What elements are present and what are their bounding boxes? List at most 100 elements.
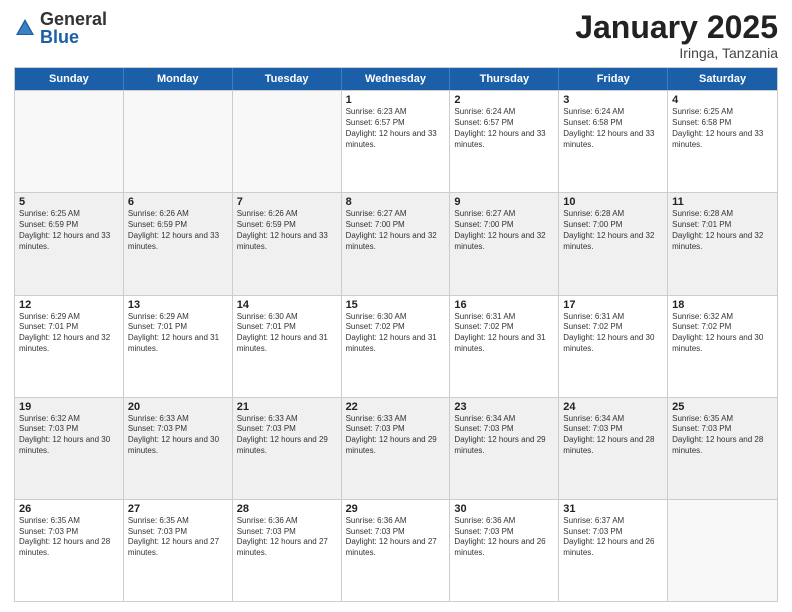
day-number: 6 xyxy=(128,196,228,208)
calendar-cell: 17Sunrise: 6:31 AM Sunset: 7:02 PM Dayli… xyxy=(559,296,668,397)
day-number: 1 xyxy=(346,94,446,106)
cell-info: Sunrise: 6:32 AM Sunset: 7:02 PM Dayligh… xyxy=(672,312,773,355)
calendar-cell: 8Sunrise: 6:27 AM Sunset: 7:00 PM Daylig… xyxy=(342,193,451,294)
cell-info: Sunrise: 6:29 AM Sunset: 7:01 PM Dayligh… xyxy=(19,312,119,355)
cell-info: Sunrise: 6:23 AM Sunset: 6:57 PM Dayligh… xyxy=(346,107,446,150)
calendar-cell: 31Sunrise: 6:37 AM Sunset: 7:03 PM Dayli… xyxy=(559,500,668,601)
day-number: 16 xyxy=(454,299,554,311)
cell-info: Sunrise: 6:28 AM Sunset: 7:00 PM Dayligh… xyxy=(563,209,663,252)
day-number: 30 xyxy=(454,503,554,515)
day-number: 17 xyxy=(563,299,663,311)
calendar-cell: 1Sunrise: 6:23 AM Sunset: 6:57 PM Daylig… xyxy=(342,91,451,192)
calendar-week-1: 1Sunrise: 6:23 AM Sunset: 6:57 PM Daylig… xyxy=(15,90,777,192)
calendar-cell: 7Sunrise: 6:26 AM Sunset: 6:59 PM Daylig… xyxy=(233,193,342,294)
cell-info: Sunrise: 6:30 AM Sunset: 7:02 PM Dayligh… xyxy=(346,312,446,355)
calendar-cell xyxy=(124,91,233,192)
calendar-cell xyxy=(668,500,777,601)
page: General Blue January 2025 Iringa, Tanzan… xyxy=(0,0,792,612)
calendar-cell: 25Sunrise: 6:35 AM Sunset: 7:03 PM Dayli… xyxy=(668,398,777,499)
cell-info: Sunrise: 6:34 AM Sunset: 7:03 PM Dayligh… xyxy=(563,414,663,457)
calendar-week-4: 19Sunrise: 6:32 AM Sunset: 7:03 PM Dayli… xyxy=(15,397,777,499)
calendar-cell: 21Sunrise: 6:33 AM Sunset: 7:03 PM Dayli… xyxy=(233,398,342,499)
cell-info: Sunrise: 6:32 AM Sunset: 7:03 PM Dayligh… xyxy=(19,414,119,457)
day-number: 29 xyxy=(346,503,446,515)
cell-info: Sunrise: 6:25 AM Sunset: 6:58 PM Dayligh… xyxy=(672,107,773,150)
day-number: 27 xyxy=(128,503,228,515)
cell-info: Sunrise: 6:33 AM Sunset: 7:03 PM Dayligh… xyxy=(237,414,337,457)
cell-info: Sunrise: 6:35 AM Sunset: 7:03 PM Dayligh… xyxy=(19,516,119,559)
calendar-cell: 27Sunrise: 6:35 AM Sunset: 7:03 PM Dayli… xyxy=(124,500,233,601)
day-number: 8 xyxy=(346,196,446,208)
day-number: 22 xyxy=(346,401,446,413)
calendar-cell: 19Sunrise: 6:32 AM Sunset: 7:03 PM Dayli… xyxy=(15,398,124,499)
calendar-week-2: 5Sunrise: 6:25 AM Sunset: 6:59 PM Daylig… xyxy=(15,192,777,294)
day-number: 25 xyxy=(672,401,773,413)
day-number: 24 xyxy=(563,401,663,413)
day-number: 18 xyxy=(672,299,773,311)
cell-info: Sunrise: 6:36 AM Sunset: 7:03 PM Dayligh… xyxy=(454,516,554,559)
header: General Blue January 2025 Iringa, Tanzan… xyxy=(14,10,778,61)
cell-info: Sunrise: 6:27 AM Sunset: 7:00 PM Dayligh… xyxy=(346,209,446,252)
calendar-cell: 12Sunrise: 6:29 AM Sunset: 7:01 PM Dayli… xyxy=(15,296,124,397)
calendar-cell: 2Sunrise: 6:24 AM Sunset: 6:57 PM Daylig… xyxy=(450,91,559,192)
day-number: 4 xyxy=(672,94,773,106)
calendar-cell: 22Sunrise: 6:33 AM Sunset: 7:03 PM Dayli… xyxy=(342,398,451,499)
cell-info: Sunrise: 6:35 AM Sunset: 7:03 PM Dayligh… xyxy=(128,516,228,559)
cell-info: Sunrise: 6:24 AM Sunset: 6:58 PM Dayligh… xyxy=(563,107,663,150)
cell-info: Sunrise: 6:28 AM Sunset: 7:01 PM Dayligh… xyxy=(672,209,773,252)
day-number: 13 xyxy=(128,299,228,311)
logo: General Blue xyxy=(14,10,107,46)
logo-general-text: General xyxy=(40,9,107,29)
day-number: 14 xyxy=(237,299,337,311)
calendar-cell xyxy=(15,91,124,192)
calendar-cell: 10Sunrise: 6:28 AM Sunset: 7:00 PM Dayli… xyxy=(559,193,668,294)
cell-info: Sunrise: 6:26 AM Sunset: 6:59 PM Dayligh… xyxy=(237,209,337,252)
cell-info: Sunrise: 6:24 AM Sunset: 6:57 PM Dayligh… xyxy=(454,107,554,150)
cell-info: Sunrise: 6:36 AM Sunset: 7:03 PM Dayligh… xyxy=(237,516,337,559)
header-day-tuesday: Tuesday xyxy=(233,68,342,90)
calendar-cell: 14Sunrise: 6:30 AM Sunset: 7:01 PM Dayli… xyxy=(233,296,342,397)
cell-info: Sunrise: 6:30 AM Sunset: 7:01 PM Dayligh… xyxy=(237,312,337,355)
calendar-cell xyxy=(233,91,342,192)
cell-info: Sunrise: 6:33 AM Sunset: 7:03 PM Dayligh… xyxy=(346,414,446,457)
cell-info: Sunrise: 6:34 AM Sunset: 7:03 PM Dayligh… xyxy=(454,414,554,457)
day-number: 3 xyxy=(563,94,663,106)
calendar-cell: 5Sunrise: 6:25 AM Sunset: 6:59 PM Daylig… xyxy=(15,193,124,294)
calendar-cell: 30Sunrise: 6:36 AM Sunset: 7:03 PM Dayli… xyxy=(450,500,559,601)
day-number: 20 xyxy=(128,401,228,413)
day-number: 31 xyxy=(563,503,663,515)
day-number: 7 xyxy=(237,196,337,208)
day-number: 9 xyxy=(454,196,554,208)
calendar: SundayMondayTuesdayWednesdayThursdayFrid… xyxy=(14,67,778,602)
calendar-week-3: 12Sunrise: 6:29 AM Sunset: 7:01 PM Dayli… xyxy=(15,295,777,397)
calendar-cell: 6Sunrise: 6:26 AM Sunset: 6:59 PM Daylig… xyxy=(124,193,233,294)
calendar-cell: 23Sunrise: 6:34 AM Sunset: 7:03 PM Dayli… xyxy=(450,398,559,499)
header-day-thursday: Thursday xyxy=(450,68,559,90)
header-day-friday: Friday xyxy=(559,68,668,90)
calendar-cell: 11Sunrise: 6:28 AM Sunset: 7:01 PM Dayli… xyxy=(668,193,777,294)
cell-info: Sunrise: 6:31 AM Sunset: 7:02 PM Dayligh… xyxy=(563,312,663,355)
cell-info: Sunrise: 6:29 AM Sunset: 7:01 PM Dayligh… xyxy=(128,312,228,355)
day-number: 28 xyxy=(237,503,337,515)
header-day-saturday: Saturday xyxy=(668,68,777,90)
logo-blue-text: Blue xyxy=(40,27,79,47)
calendar-cell: 13Sunrise: 6:29 AM Sunset: 7:01 PM Dayli… xyxy=(124,296,233,397)
cell-info: Sunrise: 6:35 AM Sunset: 7:03 PM Dayligh… xyxy=(672,414,773,457)
day-number: 10 xyxy=(563,196,663,208)
logo-icon xyxy=(14,17,36,39)
cell-info: Sunrise: 6:25 AM Sunset: 6:59 PM Dayligh… xyxy=(19,209,119,252)
header-day-sunday: Sunday xyxy=(15,68,124,90)
calendar-location: Iringa, Tanzania xyxy=(575,45,778,61)
day-number: 15 xyxy=(346,299,446,311)
calendar-cell: 3Sunrise: 6:24 AM Sunset: 6:58 PM Daylig… xyxy=(559,91,668,192)
calendar-cell: 9Sunrise: 6:27 AM Sunset: 7:00 PM Daylig… xyxy=(450,193,559,294)
cell-info: Sunrise: 6:33 AM Sunset: 7:03 PM Dayligh… xyxy=(128,414,228,457)
calendar-cell: 15Sunrise: 6:30 AM Sunset: 7:02 PM Dayli… xyxy=(342,296,451,397)
calendar-body: 1Sunrise: 6:23 AM Sunset: 6:57 PM Daylig… xyxy=(15,90,777,601)
logo-text: General Blue xyxy=(40,10,107,46)
calendar-cell: 26Sunrise: 6:35 AM Sunset: 7:03 PM Dayli… xyxy=(15,500,124,601)
header-day-monday: Monday xyxy=(124,68,233,90)
cell-info: Sunrise: 6:31 AM Sunset: 7:02 PM Dayligh… xyxy=(454,312,554,355)
cell-info: Sunrise: 6:36 AM Sunset: 7:03 PM Dayligh… xyxy=(346,516,446,559)
calendar-title: January 2025 xyxy=(575,10,778,45)
